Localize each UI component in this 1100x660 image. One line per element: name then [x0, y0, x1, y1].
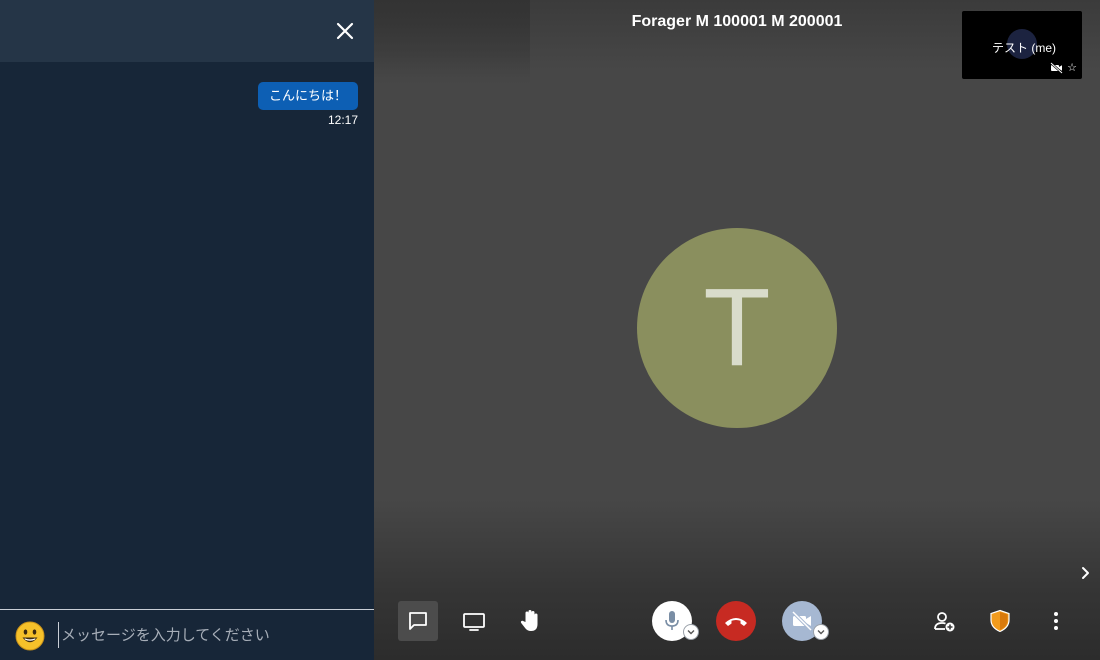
- chevron-down-icon: [687, 630, 695, 635]
- raise-hand-icon: [520, 610, 538, 631]
- self-view-status-icons: ☆: [1050, 61, 1077, 75]
- screen-share-button[interactable]: [454, 601, 494, 641]
- muted-camera-icon: [1050, 62, 1063, 74]
- star-icon: ☆: [1067, 62, 1077, 74]
- chevron-right-icon: [1082, 567, 1089, 579]
- microphone-options-button[interactable]: [683, 624, 699, 640]
- raise-hand-button[interactable]: [510, 601, 550, 641]
- hangup-icon: [725, 618, 747, 626]
- video-stage: Forager M 100001 M 200001 T テスト (me) ☆: [374, 0, 1100, 660]
- close-chat-button[interactable]: [332, 18, 358, 44]
- smiley-emoji-icon: [15, 621, 45, 651]
- chat-message-bubble: こんにちは！: [257, 82, 358, 110]
- chat-message-input[interactable]: [58, 622, 361, 648]
- emoji-button[interactable]: [15, 621, 45, 651]
- add-person-icon: [934, 612, 955, 632]
- chat-panel: こんにちは！ 12:17: [0, 0, 374, 660]
- camera-off-icon: [791, 610, 813, 632]
- more-vertical-icon: [1054, 612, 1058, 630]
- close-icon: [336, 22, 354, 40]
- participant-avatar: T: [637, 228, 837, 428]
- security-options-button[interactable]: [980, 601, 1020, 641]
- more-actions-button[interactable]: [1036, 601, 1076, 641]
- screen-share-icon: [463, 613, 485, 631]
- chat-message-time: 12:17: [327, 113, 358, 127]
- microphone-icon: [665, 611, 679, 630]
- shield-icon: [990, 609, 1010, 633]
- camera-options-button[interactable]: [813, 624, 829, 640]
- invite-people-button[interactable]: [924, 601, 964, 641]
- chat-header: [0, 0, 374, 62]
- hangup-button[interactable]: [716, 601, 756, 641]
- chat-icon: [409, 612, 427, 630]
- self-view-thumbnail[interactable]: テスト (me) ☆: [962, 11, 1082, 79]
- chevron-down-icon: [817, 630, 825, 635]
- toggle-filmstrip-button[interactable]: [1078, 562, 1094, 584]
- self-view-name: テスト (me): [992, 41, 1056, 55]
- chat-toggle-button[interactable]: [398, 601, 438, 641]
- chat-input-bar: [0, 609, 374, 660]
